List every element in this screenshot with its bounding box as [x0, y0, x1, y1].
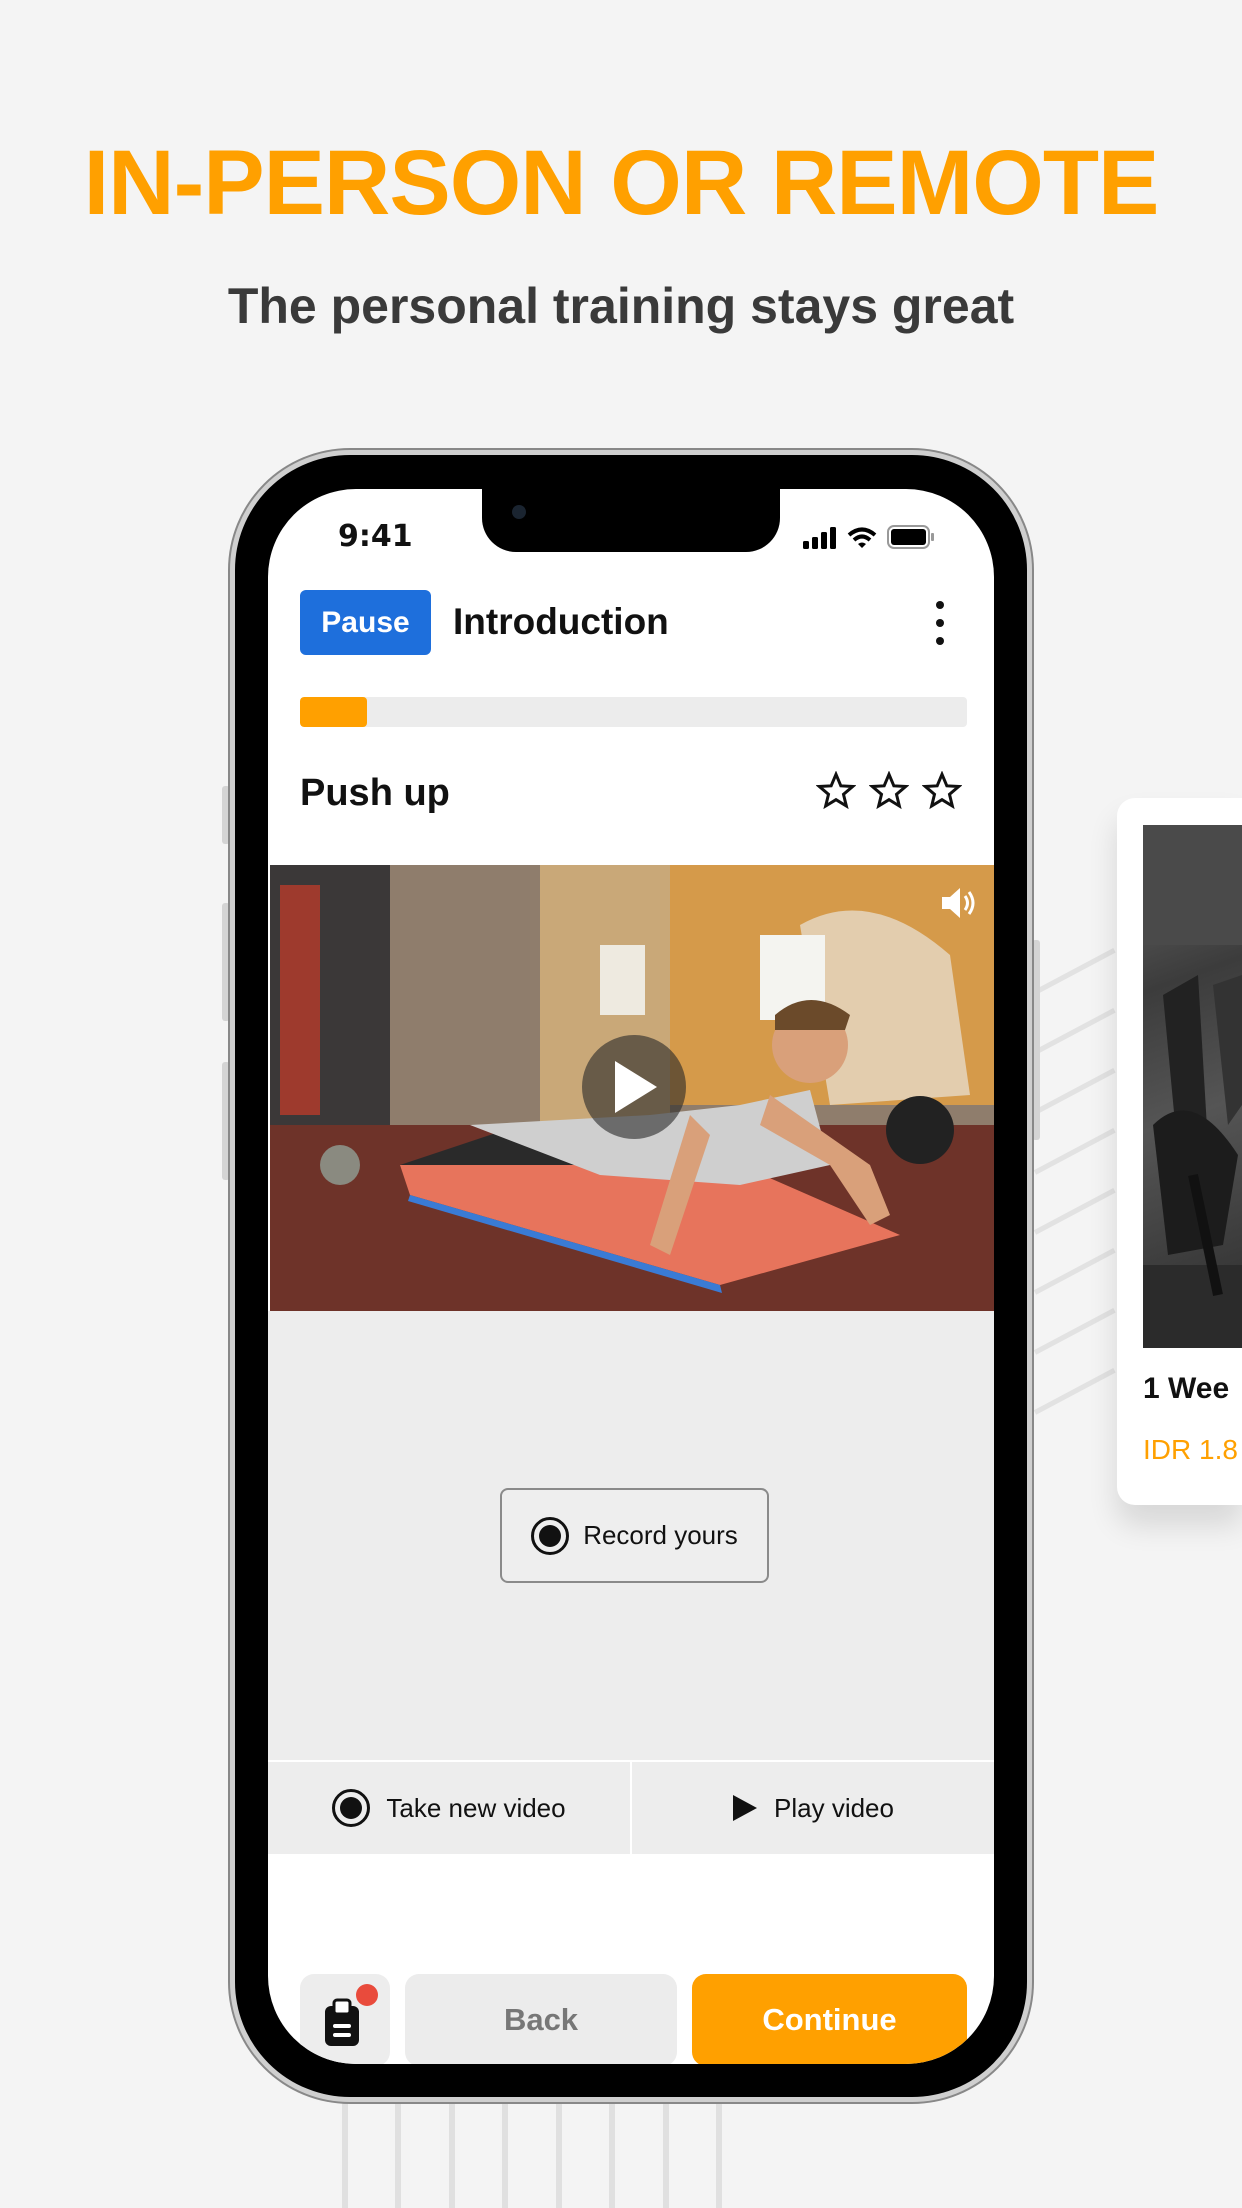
card-title: 1 Wee — [1143, 1372, 1230, 1405]
pause-button[interactable]: Pause — [300, 590, 431, 655]
video-actions: Take new video Play video — [268, 1760, 994, 1854]
kebab-menu-icon[interactable] — [932, 601, 948, 645]
back-button[interactable]: Back — [405, 1974, 677, 2064]
phone-power-button — [1032, 940, 1040, 1140]
notification-badge — [356, 1984, 378, 2006]
notch — [482, 489, 780, 552]
play-video-button[interactable]: Play video — [630, 1762, 994, 1854]
play-video-label: Play video — [774, 1792, 894, 1823]
signal-icon — [803, 527, 836, 549]
take-new-video-button[interactable]: Take new video — [268, 1762, 630, 1854]
card-price: IDR 1.8 — [1143, 1434, 1238, 1465]
status-time: 9:41 — [338, 519, 413, 554]
gym-equipment-image — [1143, 825, 1242, 1348]
record-label: Record yours — [583, 1520, 738, 1550]
play-icon — [733, 1795, 758, 1821]
star-icon[interactable] — [869, 771, 909, 811]
record-yours-button[interactable]: Record yours — [500, 1488, 769, 1583]
play-icon[interactable] — [582, 1035, 686, 1139]
progress-fill — [300, 697, 367, 727]
wifi-icon — [847, 527, 877, 548]
progress-bar — [300, 697, 967, 727]
subtitle: The personal training stays great — [227, 278, 1015, 334]
program-card[interactable]: 1 Wee IDR 1.8 — [1117, 798, 1242, 1505]
battery-icon — [887, 525, 934, 549]
speaker-icon[interactable] — [940, 885, 980, 921]
phone-mute-switch — [222, 786, 230, 844]
rating-stars[interactable] — [816, 771, 962, 811]
record-icon — [531, 1516, 570, 1555]
record-icon — [332, 1789, 371, 1827]
phone-volume-up — [222, 903, 230, 1021]
headline: IN-PERSON OR REMOTE — [83, 132, 1160, 234]
take-new-video-label: Take new video — [386, 1792, 566, 1823]
star-icon[interactable] — [816, 771, 856, 811]
status-icons — [803, 525, 935, 549]
exercise-video[interactable] — [270, 865, 994, 1311]
page-title: Introduction — [453, 601, 669, 642]
clipboard-icon — [325, 1998, 359, 2046]
continue-button[interactable]: Continue — [692, 1974, 967, 2064]
exercise-name: Push up — [300, 772, 450, 814]
phone-volume-down — [222, 1062, 230, 1180]
star-icon[interactable] — [922, 771, 962, 811]
footer-actions: Back Continue — [300, 1974, 967, 2064]
phone-screen: 9:41 Pause Introduction Push up Record y… — [268, 489, 994, 2064]
notes-button[interactable] — [300, 1974, 390, 2064]
